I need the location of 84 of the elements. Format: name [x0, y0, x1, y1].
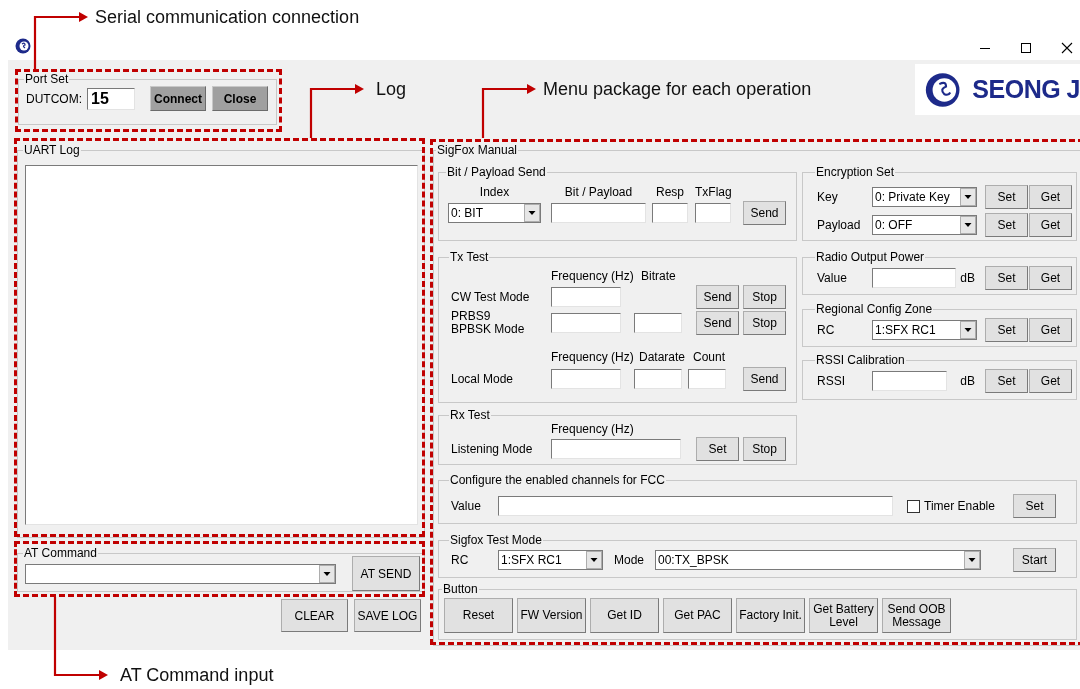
field-label: Local Mode [451, 372, 514, 386]
action-button[interactable]: Set [985, 266, 1028, 290]
action-button[interactable]: AT SEND [352, 556, 420, 591]
group-title: Tx Test [449, 250, 490, 264]
action-button[interactable]: Get [1029, 318, 1072, 342]
field-label: RC [817, 323, 835, 337]
dropdown[interactable]: 0: OFF [872, 215, 977, 235]
group-title: AT Command [23, 546, 98, 560]
action-button[interactable]: Stop [743, 285, 786, 309]
dropdown[interactable]: 00:TX_BPSK [655, 550, 981, 570]
action-button[interactable]: Connect [150, 86, 206, 111]
action-button[interactable]: Set [696, 437, 739, 461]
dropdown[interactable]: 1:SFX RC1 [498, 550, 603, 570]
field-label: Frequency (Hz) [551, 422, 634, 436]
dropdown[interactable]: 1:SFX RC1 [872, 320, 977, 340]
field-label: Bitrate [641, 269, 676, 283]
action-button[interactable]: SAVE LOG [354, 599, 421, 632]
group-title: Regional Config Zone [815, 302, 934, 316]
field-label: Bit / Payload [563, 185, 634, 199]
action-button[interactable]: Factory Init. [736, 598, 805, 633]
field-label: CW Test Mode [451, 290, 530, 304]
group-title: RSSI Calibration [815, 353, 906, 367]
field-label: dB [960, 271, 975, 285]
field-label: RC [451, 553, 470, 567]
field-label: Frequency (Hz) [551, 269, 634, 283]
dropdown[interactable]: 0: Private Key [872, 187, 977, 207]
group-title: Sigfox Test Mode [449, 533, 543, 547]
field-label: PRBS9 BPBSK Mode [451, 310, 525, 336]
action-button[interactable]: Stop [743, 437, 786, 461]
action-button[interactable]: Get [1029, 185, 1072, 209]
logo-text: SEONG J [972, 75, 1080, 104]
group-title: UART Log [23, 143, 81, 157]
action-button[interactable]: Send [696, 285, 739, 309]
action-button[interactable]: Get [1029, 213, 1072, 237]
field-label: Value [451, 499, 482, 513]
field-label: Key [817, 190, 838, 204]
action-button[interactable]: Set [985, 318, 1028, 342]
field-label: Frequency (Hz) [551, 350, 634, 364]
action-button[interactable]: Get [1029, 266, 1072, 290]
dropdown[interactable]: 0: BIT [448, 203, 541, 223]
field-label: dB [960, 374, 975, 388]
action-button[interactable]: Start [1013, 548, 1056, 572]
action-button[interactable]: Send [743, 367, 786, 391]
field-label: TxFlag [695, 185, 731, 199]
field-label: Payload [817, 218, 861, 232]
annotation-label: Serial communication connection [95, 6, 360, 28]
group-title: Configure the enabled channels for FCC [449, 473, 666, 487]
action-button[interactable]: Send OOB Message [882, 598, 951, 633]
action-button[interactable]: Send [743, 201, 786, 225]
field-label: Timer Enable [924, 499, 995, 513]
field-label: Datarate [639, 350, 686, 364]
field-label: Resp [655, 185, 685, 199]
action-button[interactable]: Set [985, 213, 1028, 237]
action-button[interactable]: Send [696, 311, 739, 335]
action-button[interactable]: Get PAC [663, 598, 732, 633]
field-label: Index [478, 185, 511, 199]
group-title: SigFox Manual [436, 143, 519, 157]
annotation-label: AT Command input [120, 664, 274, 686]
action-button[interactable]: Stop [743, 311, 786, 335]
action-button[interactable]: Set [985, 369, 1028, 393]
action-button[interactable]: Close [212, 86, 268, 111]
action-button[interactable]: Set [985, 185, 1028, 209]
field-label: Value [817, 271, 847, 285]
field-label: RSSI [817, 374, 845, 388]
field-label: DUTCOM: [26, 91, 83, 106]
annotation-label: Log [376, 78, 407, 100]
action-button[interactable]: Get [1029, 369, 1072, 393]
group-title: Button [442, 582, 479, 596]
annotation-label: Menu package for each operation [543, 78, 812, 100]
group-title: Encryption Set [815, 165, 896, 179]
action-button[interactable]: Get Battery Level [809, 598, 878, 633]
field-label: Listening Mode [451, 442, 533, 456]
group-title: Radio Output Power [815, 250, 926, 264]
action-button[interactable]: Reset [444, 598, 513, 633]
field-label: Mode [614, 553, 646, 567]
text-field[interactable]: 15 [87, 87, 135, 110]
group-title: Rx Test [449, 408, 491, 422]
field-label: Count [693, 350, 726, 364]
action-button[interactable]: Get ID [590, 598, 659, 633]
action-button[interactable]: Set [1013, 494, 1056, 518]
action-button[interactable]: FW Version [517, 598, 586, 633]
group-title: Port Set [24, 72, 70, 86]
group-title: Bit / Payload Send [446, 165, 547, 179]
action-button[interactable]: CLEAR [281, 599, 348, 632]
